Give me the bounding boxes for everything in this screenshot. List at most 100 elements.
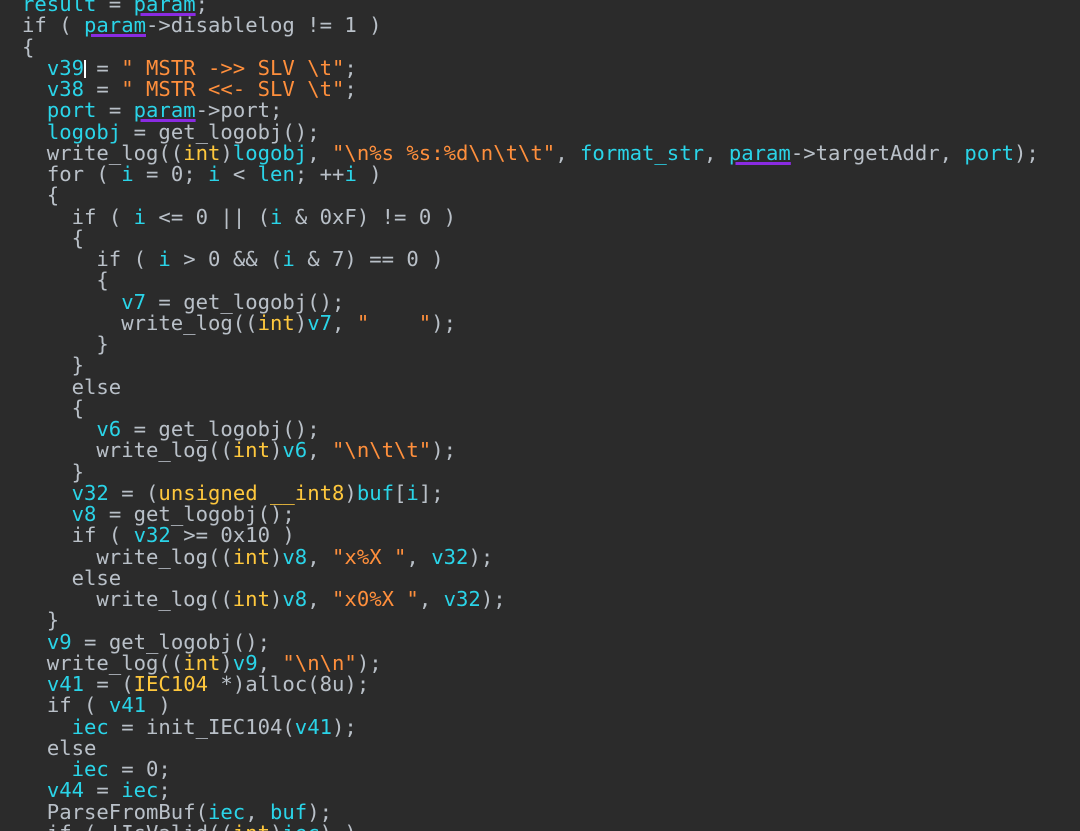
code-line[interactable]: {: [22, 185, 1039, 206]
code-token: ,: [406, 544, 432, 569]
code-line[interactable]: write_log((int)logobj, "\n%s %s:%d\n\t\t…: [22, 140, 1039, 165]
code-line[interactable]: iec = 0;: [22, 758, 1039, 780]
code-token: [: [394, 480, 407, 505]
code-token: <= 0 || (: [146, 204, 271, 229]
identifier-token: port: [964, 140, 1015, 165]
code-token: ,: [307, 438, 333, 463]
code-line[interactable]: if ( v32 >= 0x10 ): [22, 525, 1039, 546]
code-line[interactable]: if ( param->disablelog != 1 ): [22, 15, 1039, 36]
code-listing[interactable]: result = param; if ( param->disablelog !=…: [22, 0, 1039, 831]
code-token: );: [468, 544, 494, 569]
code-line[interactable]: else: [22, 737, 1039, 759]
code-token: if: [47, 821, 72, 831]
code-token: <: [220, 162, 258, 186]
code-token: ): [269, 587, 283, 611]
code-line[interactable]: write_log((int)v8, "x0%X ", v32);: [22, 587, 1039, 611]
code-token: );: [480, 587, 506, 611]
code-token: ,: [307, 587, 333, 611]
code-token: ): [269, 544, 283, 569]
code-line[interactable]: write_log((int)v9, "\n\n");: [22, 652, 1039, 674]
type-token: int: [232, 544, 270, 569]
identifier-token: param: [728, 140, 791, 165]
code-token: ): [294, 310, 308, 335]
code-line[interactable]: if ( i > 0 && (i & 7) == 0 ): [22, 247, 1039, 271]
code-line[interactable]: logobj = get_logobj();: [22, 121, 1039, 143]
identifier-token: v41: [294, 714, 332, 739]
code-token: = 0;: [133, 162, 209, 186]
type-token: int: [257, 310, 295, 335]
identifier-token: i: [158, 247, 171, 271]
identifier-token: i: [282, 247, 295, 271]
code-line[interactable]: v9 = get_logobj();: [22, 631, 1039, 653]
type-token: int: [232, 587, 270, 611]
code-editor[interactable]: result = param; if ( param->disablelog !=…: [0, 0, 1080, 831]
code-line[interactable]: v44 = iec;: [22, 780, 1039, 801]
code-line[interactable]: {: [22, 270, 1039, 291]
identifier-token: v6: [282, 438, 308, 463]
identifier-token: v8: [282, 587, 308, 611]
code-token: (: [121, 247, 159, 271]
code-token: );: [332, 714, 357, 739]
code-token: ,: [307, 544, 333, 569]
code-token: );: [431, 310, 457, 335]
string-literal: "\n\t\t": [332, 438, 432, 463]
code-line[interactable]: v8 = get_logobj();: [22, 503, 1039, 525]
identifier-token: v8: [282, 544, 308, 569]
code-token: ];: [418, 480, 444, 505]
string-literal: "x0%X ": [332, 587, 419, 611]
code-line[interactable]: v38 = " MSTR <<- SLV \t";: [22, 77, 1039, 101]
code-token: ): [344, 480, 357, 505]
code-line[interactable]: if ( v41 ): [22, 695, 1039, 716]
code-line[interactable]: else: [22, 567, 1039, 589]
code-token: ,: [555, 140, 581, 165]
code-token: ,: [418, 587, 444, 611]
code-line[interactable]: {: [22, 397, 1039, 419]
code-token: & 7) == 0 ): [294, 247, 444, 271]
code-line[interactable]: v32 = (unsigned __int8)buf[i];: [22, 480, 1039, 505]
code-token: ; ++: [294, 162, 345, 186]
identifier-token: format_str: [580, 140, 705, 165]
code-line[interactable]: v7 = get_logobj();: [22, 291, 1039, 313]
code-token: ): [356, 162, 382, 186]
code-line[interactable]: v6 = get_logobj();: [22, 418, 1039, 440]
string-literal: "x%X ": [332, 544, 407, 569]
code-token: ) ): [320, 821, 357, 831]
identifier-token: i: [270, 204, 283, 229]
code-line[interactable]: if ( !IsValid((int)iec) ): [22, 821, 1039, 831]
code-line[interactable]: else: [22, 376, 1039, 398]
code-token: ;: [344, 77, 357, 101]
code-line[interactable]: {: [22, 227, 1039, 249]
code-line[interactable]: }: [22, 610, 1039, 631]
type-token: int: [233, 821, 270, 831]
code-line[interactable]: }: [22, 333, 1039, 355]
code-line[interactable]: {: [22, 36, 1039, 58]
code-token: (: [96, 204, 134, 229]
code-line[interactable]: write_log((int)v7, " ");: [22, 310, 1039, 335]
code-line[interactable]: port = param->port;: [22, 100, 1039, 121]
identifier-token: iec: [282, 821, 319, 831]
code-token: *)alloc(8u);: [208, 672, 370, 696]
code-line[interactable]: iec = init_IEC104(v41);: [22, 714, 1039, 739]
code-line[interactable]: }: [22, 461, 1039, 483]
identifier-token: v32: [431, 544, 469, 569]
code-line[interactable]: if ( i <= 0 || (i & 0xF) != 0 ): [22, 204, 1039, 229]
identifier-token: buf: [356, 480, 395, 505]
code-token: ): [270, 821, 282, 831]
code-line[interactable]: v39 = " MSTR ->> SLV \t";: [22, 57, 1039, 79]
code-line[interactable]: for ( i = 0; i < len; ++i ): [22, 162, 1039, 186]
code-token: = init_IEC104(: [108, 714, 295, 739]
code-token: ->disablelog != 1 ): [146, 13, 382, 38]
code-token: ): [269, 438, 283, 463]
type-token: int: [232, 438, 270, 463]
code-line[interactable]: write_log((int)v8, "x%X ", v32);: [22, 544, 1039, 569]
code-line[interactable]: v41 = (IEC104 *)alloc(8u);: [22, 672, 1039, 696]
code-line[interactable]: ParseFromBuf(iec, buf);: [22, 801, 1039, 823]
code-token: ,: [332, 310, 357, 335]
code-token: ->targetAddr,: [790, 140, 965, 165]
string-literal: " ": [356, 310, 432, 335]
code-token: ,: [704, 140, 729, 165]
code-line[interactable]: write_log((int)v6, "\n\t\t");: [22, 440, 1039, 461]
code-token: > 0 && (: [170, 247, 283, 271]
code-line[interactable]: }: [22, 355, 1039, 376]
